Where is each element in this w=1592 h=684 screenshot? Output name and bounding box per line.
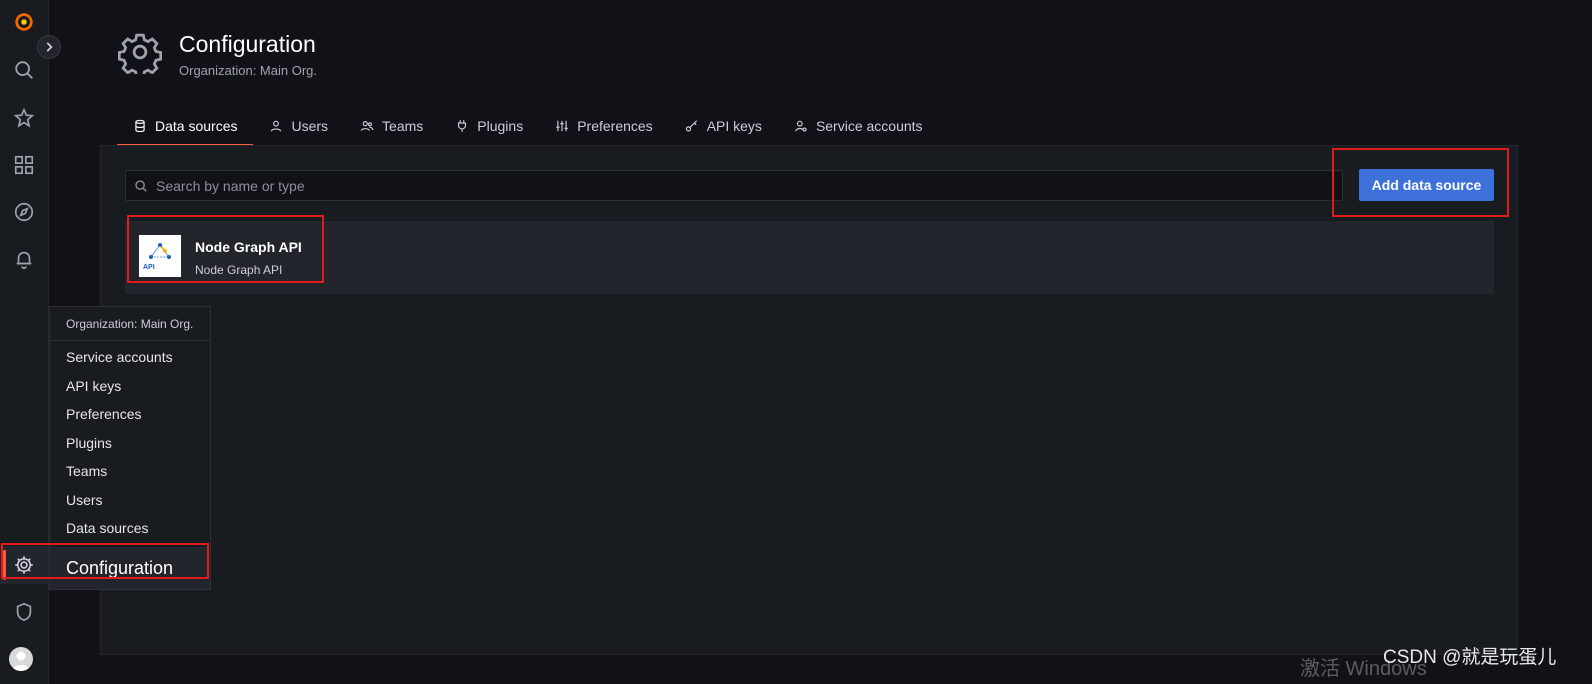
tab-teams[interactable]: Teams bbox=[344, 108, 439, 144]
user-icon bbox=[269, 119, 283, 133]
tab-label: API keys bbox=[706, 118, 762, 134]
avatar[interactable] bbox=[9, 647, 33, 671]
explore-compass-icon[interactable] bbox=[0, 196, 48, 228]
flyout-item-plugins[interactable]: Plugins bbox=[50, 429, 210, 458]
data-source-name[interactable]: Node Graph API bbox=[195, 239, 302, 255]
tab-label: Data sources bbox=[155, 118, 238, 134]
user-cog-icon bbox=[794, 119, 808, 133]
shield-icon[interactable] bbox=[0, 596, 48, 628]
gear-icon bbox=[13, 554, 35, 576]
tab-label: Teams bbox=[382, 118, 424, 134]
expand-sidebar-button[interactable] bbox=[37, 35, 61, 59]
tab-preferences[interactable]: Preferences bbox=[539, 108, 668, 144]
add-data-source-button[interactable]: Add data source bbox=[1359, 169, 1494, 201]
tab-label: Plugins bbox=[477, 118, 524, 134]
tab-label: Preferences bbox=[577, 118, 653, 134]
data-source-type: Node Graph API bbox=[195, 263, 283, 277]
tab-bar: Data sources Users Teams Plugins Prefere… bbox=[117, 108, 939, 147]
flyout-item-api-keys[interactable]: API keys bbox=[50, 372, 210, 401]
search-box[interactable] bbox=[125, 170, 1343, 201]
sliders-icon bbox=[555, 119, 569, 133]
dashboards-grid-icon[interactable] bbox=[0, 149, 48, 181]
tab-service-accounts[interactable]: Service accounts bbox=[778, 108, 939, 144]
tab-label: Users bbox=[291, 118, 329, 134]
tab-api-keys[interactable]: API keys bbox=[669, 108, 778, 144]
search-icon[interactable] bbox=[0, 54, 48, 86]
database-icon bbox=[133, 119, 147, 133]
flyout-item-users[interactable]: Users bbox=[50, 486, 210, 515]
grafana-logo-icon[interactable] bbox=[0, 6, 48, 38]
tab-users[interactable]: Users bbox=[253, 108, 344, 144]
plug-icon bbox=[455, 119, 469, 133]
chevron-right-icon bbox=[42, 40, 56, 54]
flyout-header: Organization: Main Org. bbox=[50, 307, 210, 341]
node-graph-api-logo: API bbox=[139, 235, 181, 277]
search-input[interactable] bbox=[154, 176, 1342, 195]
page-subtitle: Organization: Main Org. bbox=[179, 63, 318, 78]
flyout-title[interactable]: Configuration bbox=[50, 547, 210, 589]
tab-plugins[interactable]: Plugins bbox=[439, 108, 539, 144]
users-icon bbox=[360, 119, 374, 133]
gear-icon bbox=[117, 30, 163, 78]
flyout-item-preferences[interactable]: Preferences bbox=[50, 400, 210, 429]
tab-label: Service accounts bbox=[815, 118, 923, 134]
configuration-nav-item[interactable] bbox=[0, 546, 48, 584]
logo-text: API bbox=[143, 264, 155, 271]
alert-bell-icon[interactable] bbox=[0, 243, 48, 275]
search-icon bbox=[134, 179, 154, 193]
page-title: Configuration bbox=[179, 31, 316, 57]
key-icon bbox=[685, 119, 699, 133]
tab-data-sources[interactable]: Data sources bbox=[117, 108, 254, 147]
flyout-item-teams[interactable]: Teams bbox=[50, 457, 210, 486]
data-source-card[interactable]: API Node Graph API Node Graph API bbox=[125, 221, 1494, 294]
star-icon[interactable] bbox=[0, 102, 48, 134]
configuration-flyout-menu: Organization: Main Org. Service accounts… bbox=[49, 306, 211, 590]
csdn-watermark: CSDN @就是玩蛋儿 bbox=[1383, 647, 1557, 668]
sidebar bbox=[0, 0, 49, 684]
flyout-item-service-accounts[interactable]: Service accounts bbox=[50, 343, 210, 372]
flyout-item-data-sources[interactable]: Data sources bbox=[50, 514, 210, 543]
